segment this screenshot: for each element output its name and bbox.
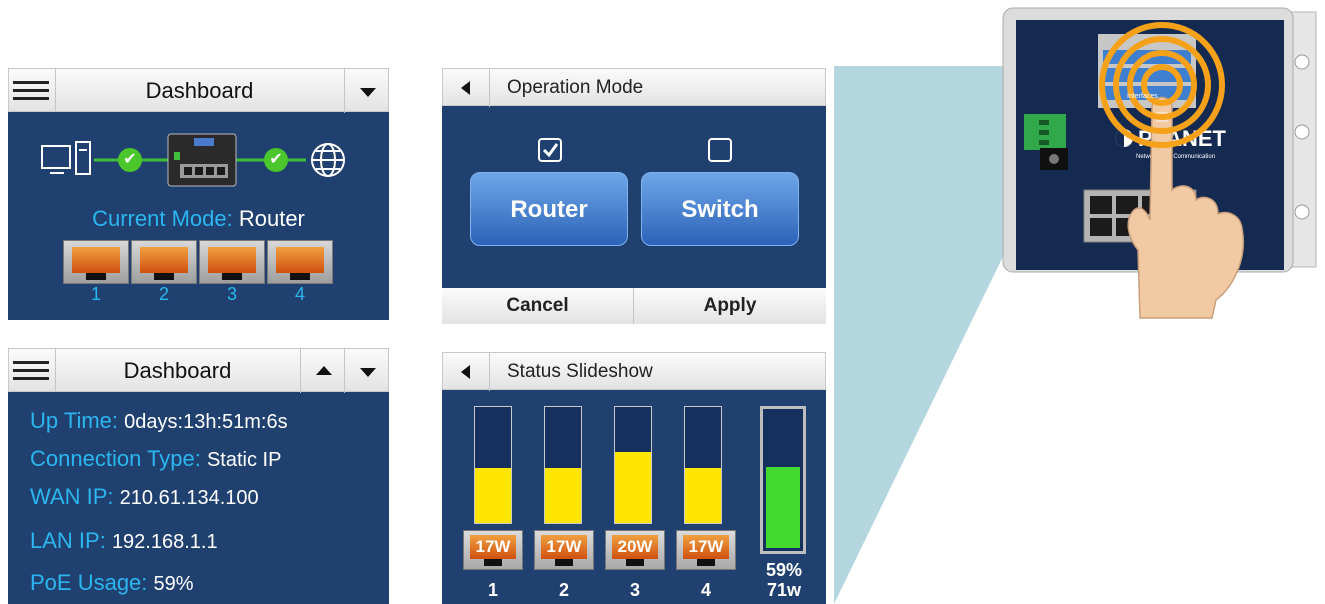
apply-button[interactable]: Apply [634,288,826,324]
poe-usage-bar [614,406,652,524]
link-ok-icon: ✔ [264,148,288,172]
port-number: 4 [294,284,305,304]
dashboard-header: Dashboard [8,68,389,113]
globe-icon [311,143,345,177]
device-tagline: Networking & Communication [1136,154,1215,160]
info-row-connection-type: Connection Type: Static IP [30,446,281,472]
scroll-down-button[interactable] [344,349,388,393]
port-number: 2 [558,580,569,600]
poe-usage-fill [545,468,581,523]
back-arrow-icon [461,365,470,379]
dashboard-mode-panel: Dashboard ✔ ✔ Current Mode: Router 1 2 3… [8,68,389,320]
port-number: 3 [629,580,640,600]
hamburger-menu-icon[interactable] [13,76,49,106]
page-title: Operation Mode [507,77,644,98]
info-value: 59% [153,573,194,595]
router-checkbox[interactable] [538,138,562,162]
link-ok-icon: ✔ [118,148,142,172]
checkmark-icon [542,143,559,158]
port-number: 4 [700,580,711,600]
lan-port [131,240,197,284]
router-device-icon [167,133,237,187]
info-row-poe-usage: PoE Usage: 59% [30,570,194,596]
chevron-down-icon [360,88,376,97]
info-label: Connection Type: [30,446,201,471]
lan-port [199,240,265,284]
operation-mode-panel: Operation Mode Router Switch Cancel Appl… [442,68,826,324]
page-title: Status Slideshow [507,361,653,382]
lan-port [63,240,129,284]
current-mode: Current Mode: Router [8,206,389,232]
info-label: PoE Usage: [30,570,148,595]
info-value: 192.168.1.1 [111,531,218,553]
switch-checkbox[interactable] [708,138,732,162]
back-button[interactable] [443,69,490,107]
port-number: 1 [487,580,498,600]
info-value: 0days:13h:51m:6s [124,411,288,433]
status-slideshow-header: Status Slideshow [442,352,826,391]
status-slideshow-panel: Status Slideshow 17W 17W 20W 17W 1 2 3 4… [442,352,826,604]
info-value: 210.61.134.100 [119,487,259,509]
poe-usage-fill [615,452,651,523]
port-watt-badge: 17W [676,530,736,570]
dashboard-info-panel: Dashboard Up Time: 0days:13h:51m:6s Conn… [8,348,389,604]
lcd-menu-item: Interfaces [1127,93,1158,100]
poe-usage-fill [685,468,721,523]
back-arrow-icon [461,81,470,95]
port-watt-badge: 17W [534,530,594,570]
router-mode-button[interactable]: Router [470,172,628,246]
port-watt-badge: 17W [463,530,523,570]
total-poe-bar [760,406,806,554]
poe-usage-bar [474,406,512,524]
info-row-lan-ip: LAN IP: 192.168.1.1 [30,528,218,554]
info-label: WAN IP: [30,484,114,509]
lan-port [267,240,333,284]
scroll-down-button[interactable] [344,69,388,113]
port-number: 2 [158,284,169,304]
port-number: 3 [226,284,237,304]
page-title: Dashboard [145,78,254,103]
total-poe-percent: 59% [765,560,803,580]
current-mode-label: Current Mode: [92,206,233,231]
operation-mode-header: Operation Mode [442,68,826,107]
info-label: Up Time: [30,408,119,433]
hamburger-menu-icon[interactable] [13,356,49,386]
chevron-down-icon [360,368,376,377]
poe-usage-fill [475,468,511,523]
info-value: Static IP [206,449,282,471]
cancel-button[interactable]: Cancel [442,288,634,324]
footer-bar: Cancel Apply [442,288,826,324]
total-poe-fill [766,467,800,548]
page-title: Dashboard [123,358,232,383]
info-label: LAN IP: [30,528,106,553]
switch-mode-button[interactable]: Switch [641,172,799,246]
pc-icon [41,141,91,175]
total-poe-watts: 71w [766,580,802,600]
info-row-uptime: Up Time: 0days:13h:51m:6s [30,408,288,434]
topology-diagram [41,133,345,187]
scroll-up-button[interactable] [300,349,344,393]
chevron-up-icon [316,366,332,375]
back-button[interactable] [443,353,490,391]
poe-usage-bar [544,406,582,524]
current-mode-value: Router [238,206,305,231]
poe-usage-bar [684,406,722,524]
dashboard-header: Dashboard [8,348,389,393]
info-row-wan-ip: WAN IP: 210.61.134.100 [30,484,259,510]
port-watt-badge: 20W [605,530,665,570]
port-number: 1 [90,284,101,304]
